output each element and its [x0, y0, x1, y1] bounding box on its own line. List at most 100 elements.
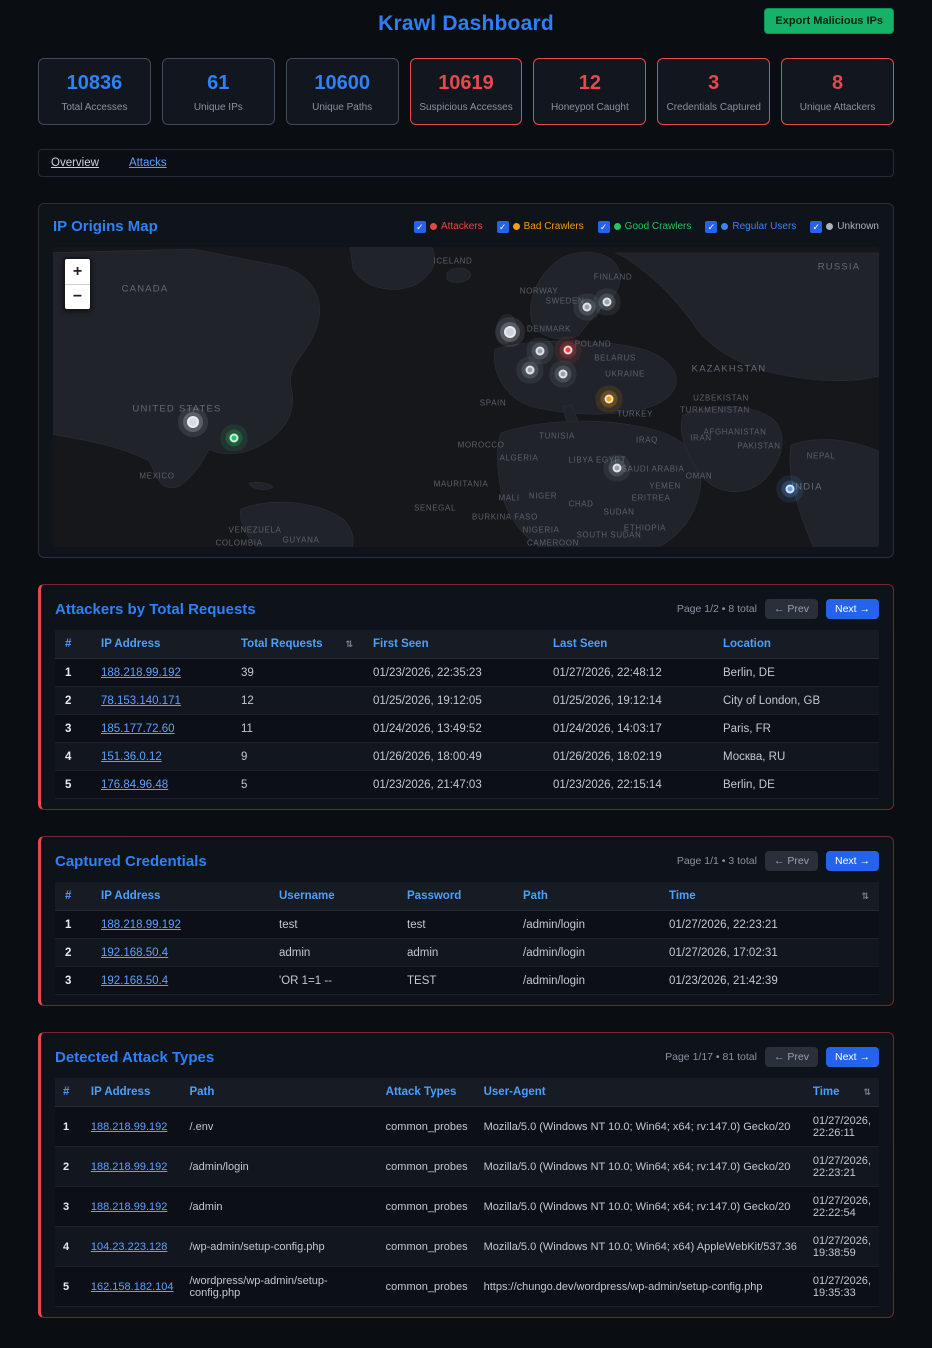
map-marker[interactable]	[504, 326, 516, 338]
ip-address-link[interactable]: 192.168.50.4	[101, 975, 168, 987]
column-header: Password	[397, 882, 513, 911]
table-cell: Mozilla/5.0 (Windows NT 10.0; Win64; x64…	[476, 1147, 805, 1187]
table-cell: /admin/login	[181, 1147, 377, 1187]
credentials-panel-header: Captured Credentials Page 1/1 • 3 total …	[55, 851, 879, 871]
table-cell: 1	[55, 911, 91, 939]
sort-icon[interactable]: ⇅	[861, 891, 869, 902]
table-cell: 01/23/2026, 21:47:03	[363, 771, 543, 799]
ip-address-link[interactable]: 188.218.99.192	[91, 1161, 167, 1173]
map-marker[interactable]	[786, 485, 795, 494]
ip-address-link[interactable]: 188.218.99.192	[91, 1121, 167, 1133]
map-marker[interactable]	[230, 434, 239, 443]
map-marker[interactable]	[536, 347, 545, 356]
legend-item-unknown[interactable]: ✓ Unknown	[810, 221, 879, 233]
stat-total-accesses: 10836 Total Accesses	[38, 58, 151, 125]
table-cell: Mozilla/5.0 (Windows NT 10.0; Win64; x64…	[476, 1227, 805, 1267]
stat-credentials-captured: 3 Credentials Captured	[657, 58, 770, 125]
ip-address-link[interactable]: 151.36.0.12	[101, 751, 162, 763]
page-info: Page 1/17 • 81 total	[665, 1051, 757, 1063]
table-cell: 9	[231, 743, 363, 771]
map-marker[interactable]	[187, 416, 199, 428]
table-cell: 01/23/2026, 21:42:39	[659, 967, 879, 995]
stat-honeypot-caught: 12 Honeypot Caught	[533, 58, 646, 125]
table-cell: 4	[55, 1227, 83, 1267]
table-cell: 'OR 1=1 --	[269, 967, 397, 995]
column-header[interactable]: Total Requests⇅	[231, 630, 363, 659]
ip-address-link[interactable]: 162.158.182.104	[91, 1281, 174, 1293]
next-page-button[interactable]: Next →	[826, 851, 879, 871]
column-header[interactable]: Time⇅	[805, 1078, 879, 1107]
table-cell: Mozilla/5.0 (Windows NT 10.0; Win64; x64…	[476, 1107, 805, 1147]
prev-page-button[interactable]: ← Prev	[765, 851, 818, 871]
ip-address-link[interactable]: 176.84.96.48	[101, 779, 168, 791]
world-map[interactable]: CANADAICELANDNORWAYSWEDENFINLANDRUSSIAUN…	[53, 247, 879, 547]
next-page-button[interactable]: Next →	[826, 599, 879, 619]
tab-attacks[interactable]: Attacks	[129, 157, 167, 169]
stat-value: 10600	[291, 72, 394, 95]
stat-label: Credentials Captured	[662, 102, 765, 113]
ip-address-link[interactable]: 188.218.99.192	[101, 667, 181, 679]
map-country-label: BURKINA FASO	[472, 513, 538, 522]
legend-label: Good Crawlers	[625, 221, 692, 232]
ip-address-link[interactable]: 188.218.99.192	[101, 919, 181, 931]
table-cell: common_probes	[378, 1147, 476, 1187]
table-row: 1188.218.99.192/.envcommon_probesMozilla…	[55, 1107, 879, 1147]
next-page-button[interactable]: Next →	[826, 1047, 879, 1067]
column-header: User-Agent	[476, 1078, 805, 1107]
checkbox-checked-icon[interactable]: ✓	[598, 221, 610, 233]
map-country-label: YEMEN	[649, 482, 680, 491]
ip-address-link[interactable]: 78.153.140.171	[101, 695, 181, 707]
prev-page-button[interactable]: ← Prev	[765, 1047, 818, 1067]
map-marker[interactable]	[564, 346, 573, 355]
column-header-label: #	[65, 890, 71, 902]
legend-item-regular-users[interactable]: ✓ Regular Users	[705, 221, 796, 233]
ip-address-link[interactable]: 104.23.223.128	[91, 1241, 167, 1253]
column-header-label: IP Address	[91, 1086, 150, 1098]
sort-icon[interactable]: ⇅	[345, 639, 353, 650]
map-marker[interactable]	[559, 370, 568, 379]
legend-item-bad-crawlers[interactable]: ✓ Bad Crawlers	[497, 221, 584, 233]
legend-item-good-crawlers[interactable]: ✓ Good Crawlers	[598, 221, 692, 233]
ip-address-link[interactable]: 185.177.72.60	[101, 723, 175, 735]
export-malicious-ips-button[interactable]: Export Malicious IPs	[764, 8, 894, 34]
map-marker[interactable]	[605, 395, 614, 404]
table-row: 1188.218.99.1923901/23/2026, 22:35:2301/…	[55, 659, 879, 687]
zoom-out-button[interactable]: −	[65, 284, 90, 309]
credentials-table: #IP AddressUsernamePasswordPathTime⇅1188…	[55, 882, 879, 995]
table-cell: 01/23/2026, 22:15:14	[543, 771, 713, 799]
table-cell: 188.218.99.192	[83, 1107, 182, 1147]
map-country-label: MOROCCO	[458, 441, 505, 450]
map-country-label: CHAD	[568, 500, 593, 509]
stat-label: Total Accesses	[43, 102, 146, 113]
map-marker[interactable]	[583, 303, 592, 312]
map-marker[interactable]	[526, 366, 535, 375]
checkbox-checked-icon[interactable]: ✓	[810, 221, 822, 233]
map-country-label: ERITREA	[632, 494, 671, 503]
column-header-label: User-Agent	[484, 1086, 546, 1098]
map-country-label: ICELAND	[434, 257, 473, 266]
legend-dot	[614, 223, 621, 230]
tab-bar: Overview Attacks	[38, 149, 894, 177]
checkbox-checked-icon[interactable]: ✓	[705, 221, 717, 233]
legend-item-attackers[interactable]: ✓ Attackers	[414, 221, 483, 233]
ip-address-link[interactable]: 188.218.99.192	[91, 1201, 167, 1213]
prev-page-button[interactable]: ← Prev	[765, 599, 818, 619]
checkbox-checked-icon[interactable]: ✓	[414, 221, 426, 233]
table-cell: 01/27/2026, 19:35:33	[805, 1267, 879, 1307]
checkbox-checked-icon[interactable]: ✓	[497, 221, 509, 233]
map-marker[interactable]	[603, 298, 612, 307]
column-header: Last Seen	[543, 630, 713, 659]
sort-icon[interactable]: ⇅	[863, 1087, 871, 1098]
map-marker[interactable]	[613, 464, 622, 473]
map-country-label: BELARUS	[594, 354, 636, 363]
column-header: Username	[269, 882, 397, 911]
tab-overview[interactable]: Overview	[51, 157, 99, 169]
table-cell: admin	[269, 939, 397, 967]
zoom-in-button[interactable]: +	[65, 259, 90, 284]
column-header: IP Address	[83, 1078, 182, 1107]
attackers-panel: Attackers by Total Requests Page 1/2 • 8…	[38, 584, 894, 810]
table-cell: 01/26/2026, 18:02:19	[543, 743, 713, 771]
column-header[interactable]: Time⇅	[659, 882, 879, 911]
column-header-label: Path	[189, 1086, 214, 1098]
ip-address-link[interactable]: 192.168.50.4	[101, 947, 168, 959]
